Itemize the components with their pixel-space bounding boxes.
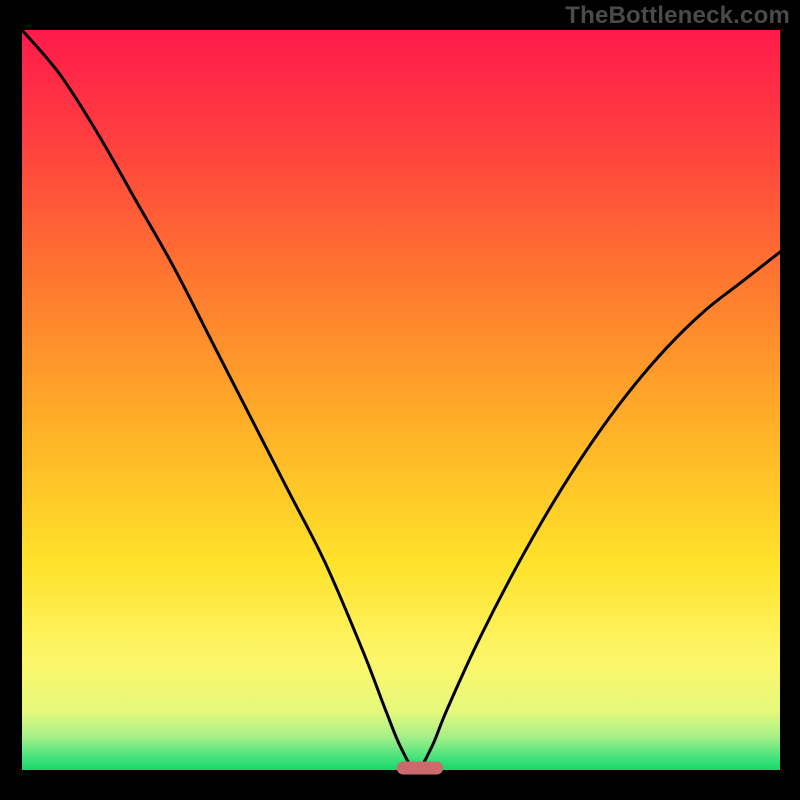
plot-background <box>22 30 780 770</box>
watermark-text: TheBottleneck.com <box>565 2 790 30</box>
bottleneck-chart <box>0 0 800 800</box>
optimal-marker <box>397 762 442 774</box>
chart-frame: TheBottleneck.com <box>0 0 800 800</box>
